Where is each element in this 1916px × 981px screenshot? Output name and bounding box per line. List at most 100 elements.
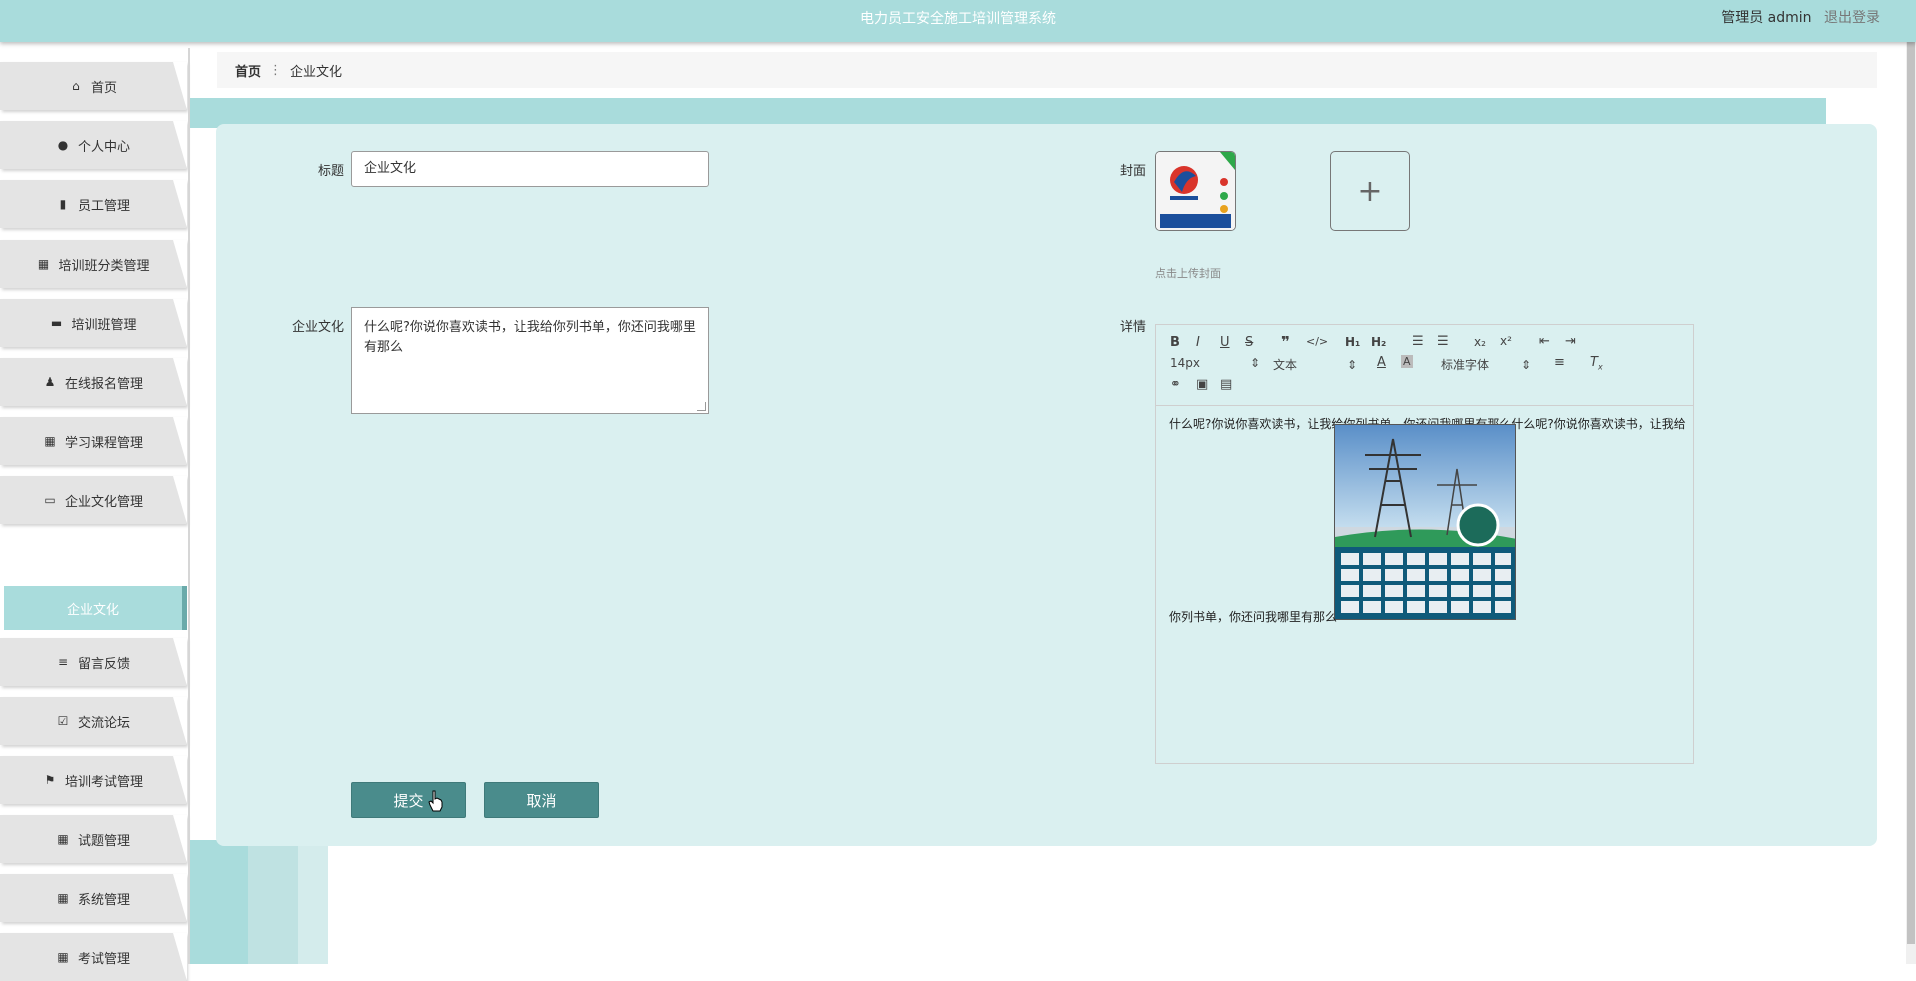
select-arrow-icon: ⇕ bbox=[1347, 358, 1358, 372]
subscript-icon[interactable]: x₂ bbox=[1474, 335, 1486, 349]
sidebar-item-exams[interactable]: ▦ 考试管理 bbox=[0, 933, 187, 981]
sidebar: ⌂ 首页 ● 个人中心 ▮ 员工管理 ▦ 培训班分类管理 ▬ 培训班管理 ♟ 在线报名管理 … bbox=[0, 58, 190, 981]
outdent-icon[interactable]: ⇤ bbox=[1539, 334, 1550, 349]
bold-icon[interactable]: B bbox=[1170, 335, 1180, 350]
font-size-select[interactable]: 14px ⇕ bbox=[1170, 356, 1260, 370]
italic-icon[interactable]: I bbox=[1196, 335, 1200, 350]
sidebar-item-culture-mgmt[interactable]: ▭ 企业文化管理 bbox=[0, 476, 187, 524]
underline-icon[interactable]: U bbox=[1220, 335, 1230, 350]
font-family-value: 标准字体 bbox=[1441, 358, 1490, 372]
select-arrow-icon: ⇕ bbox=[1521, 358, 1532, 372]
upload-cover-button[interactable]: + bbox=[1330, 151, 1410, 231]
detail-image bbox=[1334, 424, 1516, 620]
blockquote-icon[interactable]: ❞ bbox=[1281, 333, 1290, 351]
home-icon: ⌂ bbox=[72, 79, 80, 93]
sidebar-item-label: 培训考试管理 bbox=[64, 774, 143, 790]
font-family-select[interactable]: 标准字体 ⇕ bbox=[1441, 356, 1531, 373]
vertical-scrollbar[interactable] bbox=[1906, 0, 1916, 964]
monitor-icon: ▭ bbox=[44, 493, 56, 507]
bar-chart-icon: ▮ bbox=[59, 197, 67, 211]
user-area: 管理员 admin 退出登录 bbox=[1721, 7, 1880, 27]
person-icon: ♟ bbox=[44, 375, 56, 389]
decorative-column bbox=[298, 840, 328, 964]
sidebar-item-enrollment[interactable]: ♟ 在线报名管理 bbox=[0, 358, 187, 406]
sidebar-item-label: 员工管理 bbox=[77, 198, 130, 214]
cover-image bbox=[1156, 152, 1235, 230]
sidebar-item-forum[interactable]: ☑ 交流论坛 bbox=[0, 697, 187, 745]
app-title: 电力员工安全施工培训管理系统 bbox=[860, 11, 1056, 27]
ordered-list-icon[interactable]: ☰ bbox=[1412, 334, 1424, 349]
list-icon: ≡ bbox=[57, 655, 69, 669]
breadcrumb: 首页 ⋮ 企业文化 bbox=[217, 52, 1877, 88]
sidebar-item-feedback[interactable]: ≡ 留言反馈 bbox=[0, 638, 187, 686]
editor-toolbar: B I U S ❞ </> H₁ H₂ ☰ ☰ x₂ x² ⇤ ⇥ 14px ⇕ … bbox=[1156, 325, 1693, 406]
culture-text: 什么呢?你说你喜欢读书，让我给你列书单，你还问我哪里有那么 bbox=[364, 320, 696, 355]
bullet-list-icon[interactable]: ☰ bbox=[1437, 334, 1449, 349]
user-icon: ● bbox=[57, 138, 69, 152]
sidebar-divider bbox=[188, 48, 190, 964]
indent-icon[interactable]: ⇥ bbox=[1565, 334, 1576, 349]
breadcrumb-separator-icon: ⋮ bbox=[269, 62, 283, 78]
sidebar-item-label: 个人中心 bbox=[77, 139, 130, 155]
video-icon[interactable]: ▤ bbox=[1220, 377, 1232, 392]
link-icon[interactable]: ⚭ bbox=[1170, 377, 1181, 392]
logout-link[interactable]: 退出登录 bbox=[1824, 10, 1880, 26]
top-bar: 电力员工安全施工培训管理系统 管理员 admin 退出登录 bbox=[0, 0, 1916, 42]
font-size-value: 14px bbox=[1170, 356, 1200, 370]
culture-label: 企业文化 bbox=[291, 320, 344, 335]
sidebar-item-profile[interactable]: ● 个人中心 bbox=[0, 121, 187, 169]
code-block-icon[interactable]: </> bbox=[1306, 335, 1328, 348]
detail-label: 详情 bbox=[1119, 320, 1146, 335]
clear-format-icon[interactable]: Tx bbox=[1590, 355, 1603, 372]
culture-textarea[interactable]: 什么呢?你说你喜欢读书，让我给你列书单，你还问我哪里有那么 bbox=[351, 307, 709, 414]
title-label: 标题 bbox=[317, 164, 344, 179]
sidebar-subitem-culture[interactable]: 企业文化 bbox=[4, 586, 187, 630]
image-icon[interactable]: ▣ bbox=[1196, 377, 1208, 392]
block-type-select[interactable]: 文本 ⇕ bbox=[1273, 356, 1357, 373]
cover-label: 封面 bbox=[1119, 164, 1146, 179]
font-color-icon[interactable]: A bbox=[1377, 355, 1386, 370]
submit-button[interactable]: 提交 bbox=[351, 782, 466, 818]
upload-hint: 点击上传封面 bbox=[1155, 267, 1221, 280]
sidebar-item-label: 试题管理 bbox=[77, 833, 130, 849]
sidebar-item-label: 留言反馈 bbox=[77, 656, 130, 672]
breadcrumb-current: 企业文化 bbox=[290, 64, 343, 80]
sidebar-item-label: 系统管理 bbox=[77, 892, 130, 908]
detail-text-line: 你列书单，你还问我哪里有那么 bbox=[1169, 610, 1338, 624]
scrollbar-thumb[interactable] bbox=[1907, 20, 1915, 944]
sidebar-item-class-category[interactable]: ▦ 培训班分类管理 bbox=[0, 240, 187, 288]
decorative-column bbox=[190, 840, 248, 964]
plus-icon: + bbox=[1357, 173, 1383, 209]
sidebar-item-label: 首页 bbox=[90, 80, 117, 96]
powerline-image bbox=[1335, 425, 1515, 619]
sidebar-item-label: 企业文化管理 bbox=[64, 494, 143, 510]
grid-icon: ▦ bbox=[57, 950, 69, 964]
sidebar-item-label: 培训班分类管理 bbox=[58, 258, 150, 274]
comment-icon: ▬ bbox=[50, 316, 63, 330]
grid-icon: ▦ bbox=[57, 891, 69, 905]
grid-icon: ▦ bbox=[44, 434, 56, 448]
sidebar-item-home[interactable]: ⌂ 首页 bbox=[0, 62, 187, 110]
resize-grip-icon[interactable] bbox=[697, 402, 706, 411]
sidebar-item-label: 学习课程管理 bbox=[64, 435, 143, 451]
superscript-icon[interactable]: x² bbox=[1500, 334, 1512, 348]
heading1-icon[interactable]: H₁ bbox=[1345, 335, 1360, 349]
sidebar-item-exam-training[interactable]: ⚑ 培训考试管理 bbox=[0, 756, 187, 804]
sidebar-item-questions[interactable]: ▦ 试题管理 bbox=[0, 815, 187, 863]
sidebar-item-courses[interactable]: ▦ 学习课程管理 bbox=[0, 417, 187, 465]
background-color-icon[interactable]: A bbox=[1401, 355, 1413, 368]
align-icon[interactable]: ≡ bbox=[1554, 355, 1565, 370]
title-input[interactable]: 企业文化 bbox=[351, 151, 709, 187]
sidebar-item-system[interactable]: ▦ 系统管理 bbox=[0, 874, 187, 922]
breadcrumb-home[interactable]: 首页 bbox=[235, 61, 261, 80]
cover-thumbnail[interactable] bbox=[1155, 151, 1236, 231]
sidebar-item-employees[interactable]: ▮ 员工管理 bbox=[0, 180, 187, 228]
strikethrough-icon[interactable]: S bbox=[1245, 335, 1253, 350]
select-arrow-icon: ⇕ bbox=[1250, 356, 1261, 370]
heading2-icon[interactable]: H₂ bbox=[1371, 335, 1386, 349]
sidebar-item-label: 在线报名管理 bbox=[64, 376, 143, 392]
sidebar-item-class[interactable]: ▬ 培训班管理 bbox=[0, 299, 187, 347]
sidebar-item-label: 交流论坛 bbox=[77, 715, 130, 731]
cancel-button[interactable]: 取消 bbox=[484, 782, 599, 818]
decorative-column bbox=[248, 840, 298, 964]
